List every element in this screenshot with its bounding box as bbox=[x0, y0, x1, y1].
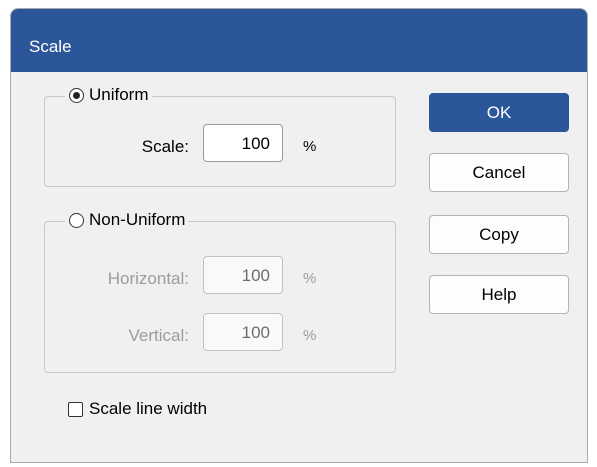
copy-button[interactable]: Copy bbox=[429, 215, 569, 254]
help-button[interactable]: Help bbox=[429, 275, 569, 314]
non-uniform-label: Non-Uniform bbox=[89, 210, 186, 229]
title-bar[interactable]: Scale bbox=[11, 9, 587, 72]
vertical-unit: % bbox=[303, 327, 317, 344]
vertical-input[interactable]: 100 bbox=[203, 313, 283, 351]
scale-dialog: Scale Uniform Scale: 100 % Non-Uniform H… bbox=[10, 8, 588, 463]
scale-line-width-label: Scale line width bbox=[89, 399, 208, 418]
cancel-button[interactable]: Cancel bbox=[429, 153, 569, 192]
uniform-group: Uniform Scale: 100 % bbox=[44, 85, 396, 187]
uniform-radio-button[interactable] bbox=[69, 87, 84, 103]
horizontal-input[interactable]: 100 bbox=[203, 256, 283, 294]
scale-unit: % bbox=[303, 138, 317, 155]
uniform-radio[interactable]: Uniform bbox=[65, 85, 152, 105]
scale-input[interactable]: 100 bbox=[203, 124, 283, 162]
ok-button[interactable]: OK bbox=[429, 93, 569, 132]
non-uniform-radio-button[interactable] bbox=[69, 212, 84, 228]
horizontal-label: Horizontal: bbox=[107, 269, 189, 288]
dialog-title: Scale bbox=[29, 37, 72, 56]
horizontal-unit: % bbox=[303, 270, 317, 287]
scale-line-width-checkbox[interactable] bbox=[68, 401, 83, 417]
scale-line-width-checkbox-row[interactable]: Scale line width bbox=[68, 399, 207, 419]
non-uniform-group: Non-Uniform Horizontal: 100 % Vertical: … bbox=[44, 210, 396, 373]
uniform-label: Uniform bbox=[89, 85, 149, 104]
scale-label: Scale: bbox=[141, 137, 189, 156]
non-uniform-radio[interactable]: Non-Uniform bbox=[65, 210, 189, 230]
vertical-label: Vertical: bbox=[128, 326, 189, 345]
